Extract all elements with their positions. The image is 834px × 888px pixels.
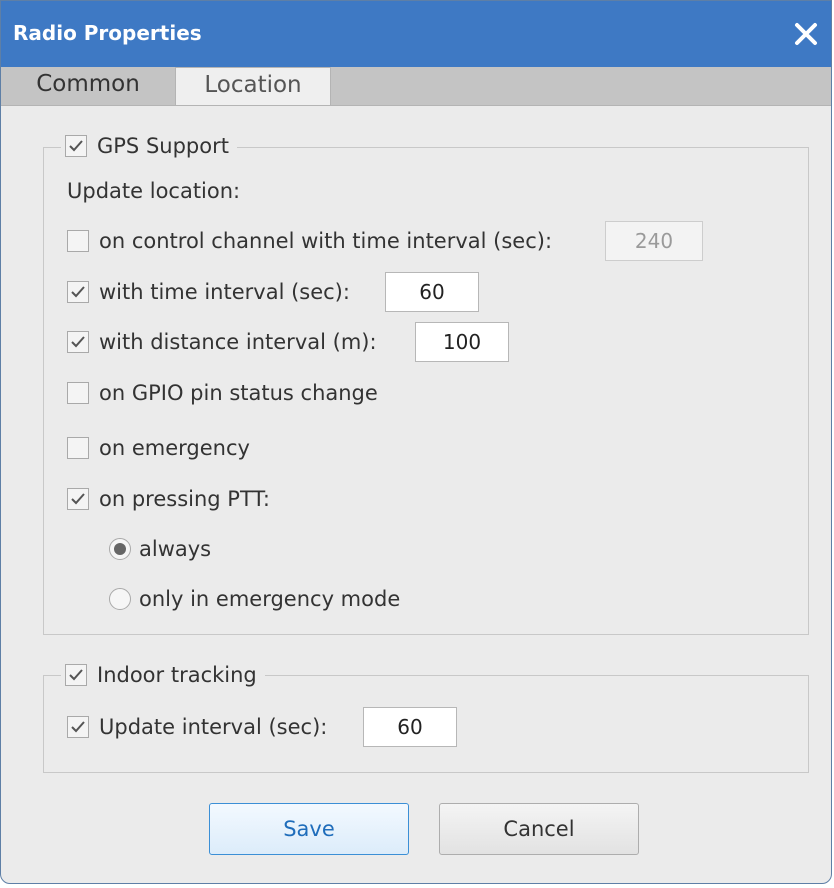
checkmark-icon [71, 286, 85, 298]
update-location-label: Update location: [67, 179, 240, 203]
time-interval-checkbox[interactable] [67, 281, 89, 303]
tab-common[interactable]: Common [1, 67, 175, 105]
ptt-always-option: always [109, 537, 211, 561]
time-interval-option: with time interval (sec): [67, 280, 350, 304]
control-channel-option: on control channel with time interval (s… [67, 229, 552, 253]
control-channel-label: on control channel with time interval (s… [99, 229, 553, 253]
emergency-label: on emergency [99, 436, 250, 460]
checkmark-icon [69, 669, 83, 681]
tab-location[interactable]: Location [175, 67, 331, 105]
ptt-emergency-radio[interactable] [109, 588, 131, 610]
ptt-option: on pressing PTT: [67, 487, 270, 511]
title-bar: Radio Properties [1, 1, 831, 67]
gpio-label: on GPIO pin status change [99, 381, 378, 405]
ptt-emergency-label: only in emergency mode [139, 587, 401, 611]
control-channel-interval-input[interactable]: 240 [605, 221, 703, 261]
control-channel-checkbox[interactable] [67, 230, 89, 252]
emergency-checkbox[interactable] [67, 437, 89, 459]
ptt-emergency-option: only in emergency mode [109, 587, 400, 611]
close-button[interactable] [789, 17, 823, 51]
indoor-tracking-legend: Indoor tracking [61, 660, 265, 690]
radio-properties-dialog: Radio Properties Common Location GPS Sup… [0, 0, 832, 884]
indoor-tracking-label: Indoor tracking [97, 663, 257, 687]
cancel-button[interactable]: Cancel [439, 803, 639, 855]
ptt-checkbox[interactable] [67, 488, 89, 510]
save-button[interactable]: Save [209, 803, 409, 855]
tab-bar: Common Location [1, 67, 831, 106]
distance-interval-label: with distance interval (m): [99, 330, 377, 354]
checkmark-icon [71, 721, 85, 733]
gps-support-checkbox[interactable] [65, 135, 87, 157]
distance-interval-option: with distance interval (m): [67, 330, 377, 354]
checkmark-icon [71, 336, 85, 348]
dialog-title: Radio Properties [13, 21, 202, 45]
indoor-update-interval-label: Update interval (sec): [99, 715, 328, 739]
indoor-update-interval-option: Update interval (sec): [67, 715, 327, 739]
checkmark-icon [71, 493, 85, 505]
gpio-checkbox[interactable] [67, 382, 89, 404]
checkmark-icon [69, 140, 83, 152]
ptt-always-label: always [139, 537, 212, 561]
emergency-option: on emergency [67, 436, 250, 460]
gps-support-legend: GPS Support [61, 131, 237, 161]
distance-interval-input[interactable]: 100 [415, 322, 509, 362]
indoor-tracking-checkbox[interactable] [65, 664, 87, 686]
indoor-update-interval-input[interactable]: 60 [363, 707, 457, 747]
update-location-text: Update location: [67, 179, 241, 203]
time-interval-label: with time interval (sec): [99, 280, 350, 304]
indoor-update-interval-checkbox[interactable] [67, 716, 89, 738]
gpio-option: on GPIO pin status change [67, 381, 378, 405]
ptt-always-radio[interactable] [109, 538, 131, 560]
ptt-label: on pressing PTT: [99, 487, 271, 511]
gps-support-label: GPS Support [97, 134, 229, 158]
close-icon [795, 23, 817, 45]
distance-interval-checkbox[interactable] [67, 331, 89, 353]
time-interval-input[interactable]: 60 [385, 272, 479, 312]
